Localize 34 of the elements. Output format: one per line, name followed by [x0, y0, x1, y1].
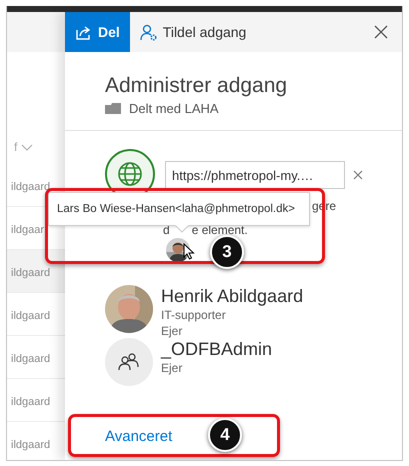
chevron-down-icon	[21, 144, 34, 150]
tab[interactable]: Del	[65, 12, 130, 52]
description-text: d	[163, 223, 170, 237]
person-name: _ODFBAdmin	[161, 338, 272, 360]
person-role: IT-supporter	[161, 307, 227, 323]
tooltip: Lars Bo Wiese-Hansen<laha@phmetropol.dk>	[48, 192, 310, 226]
row-text: ildgaard	[11, 353, 50, 365]
share-icon	[75, 24, 92, 40]
row-text: ildgaard	[11, 396, 50, 408]
person-name: Henrik Abildgaard	[161, 285, 304, 307]
advanced-link[interactable]: Avanceret	[105, 427, 172, 447]
people-icon	[118, 353, 140, 371]
close-icon	[374, 25, 388, 39]
folder-icon	[105, 102, 121, 114]
link-field[interactable]: https://phmetropol-my.…	[165, 161, 345, 189]
globe-glyph-icon	[117, 161, 143, 187]
tab[interactable]: Tildel adgang	[130, 12, 256, 52]
row-text: ildgaar	[11, 224, 44, 236]
panel-title: Administrer adgang	[105, 73, 288, 99]
permission-text: Ejer	[161, 360, 184, 376]
row-text: ildgaard	[11, 310, 50, 322]
remove-button[interactable]	[353, 170, 363, 180]
row-text: ildgaard	[11, 181, 50, 193]
column-header[interactable]: f	[14, 140, 18, 154]
description-text: e element.	[192, 223, 248, 237]
list-row[interactable]: ildgaard	[7, 250, 65, 293]
cursor-icon	[183, 243, 195, 260]
close-icon	[353, 170, 363, 180]
row-text: ildgaard	[11, 267, 50, 279]
permission-text: Ejer	[161, 323, 184, 339]
row-text: ildgaard	[11, 439, 50, 451]
tooltip-pointer-icon	[175, 225, 189, 233]
person-gear-icon	[140, 24, 157, 40]
shared-with-text: Delt med LAHA	[129, 100, 219, 116]
